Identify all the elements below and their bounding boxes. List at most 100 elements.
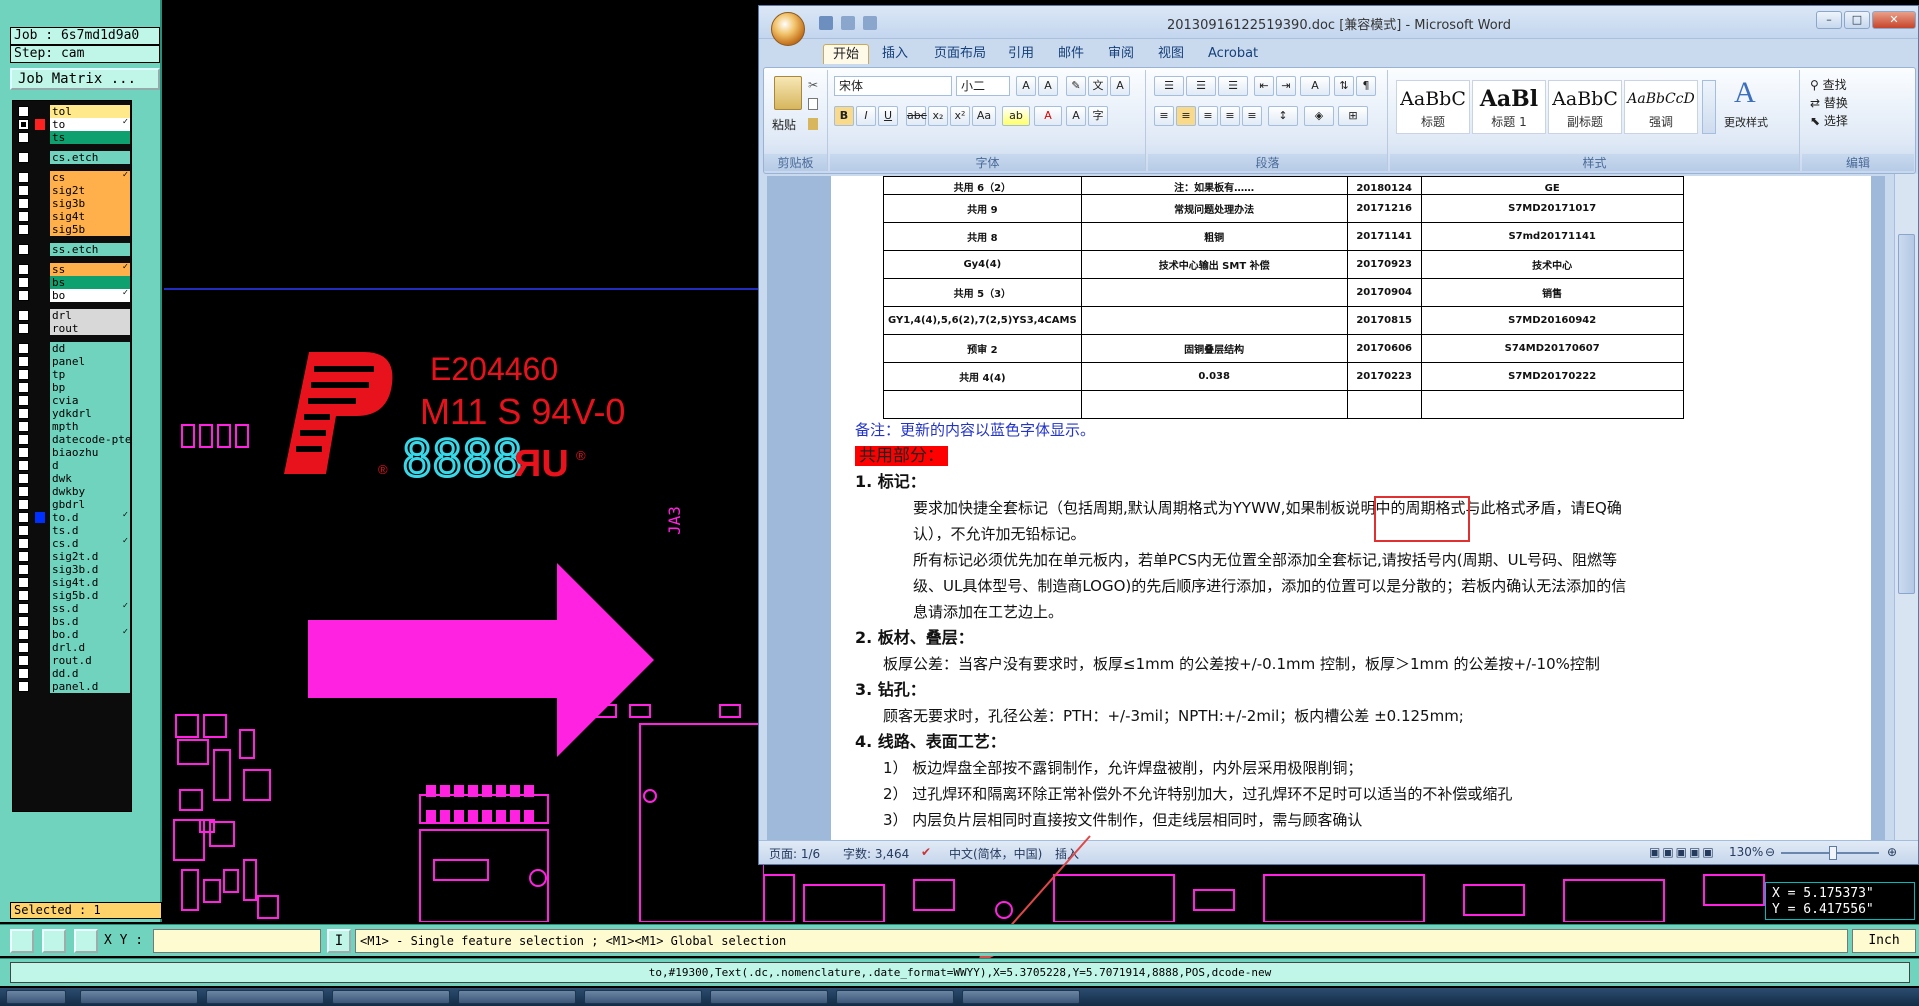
- superscript-button[interactable]: x²: [950, 106, 970, 126]
- taskbar-item[interactable]: [332, 990, 450, 1004]
- layer-checkbox[interactable]: [18, 224, 29, 235]
- style-title[interactable]: AaBbC 标题: [1396, 80, 1470, 134]
- table-cell[interactable]: [883, 390, 1082, 419]
- layer-checkbox[interactable]: [18, 211, 29, 222]
- zoom-out-icon[interactable]: ⊖: [1765, 845, 1775, 859]
- table-cell[interactable]: 20170815: [1346, 306, 1422, 335]
- table-cell[interactable]: 注：如果板有……: [1080, 176, 1348, 195]
- zoom-in-icon[interactable]: ⊕: [1887, 845, 1897, 859]
- decrease-indent-button[interactable]: ⇤: [1254, 76, 1274, 96]
- numbering-button[interactable]: ☰: [1186, 76, 1216, 96]
- select-tool-button[interactable]: [10, 929, 34, 953]
- zoom-slider-thumb[interactable]: [1829, 846, 1837, 860]
- layer-checkbox[interactable]: [18, 421, 29, 432]
- change-case-button[interactable]: Aa: [972, 106, 996, 126]
- graphics-canvas-lower[interactable]: [764, 865, 1919, 922]
- tab-acrobat[interactable]: Acrobat: [1199, 44, 1267, 64]
- table-cell[interactable]: 20170904: [1346, 278, 1422, 307]
- italic-button[interactable]: I: [856, 106, 876, 126]
- table-cell[interactable]: 销售: [1420, 278, 1684, 307]
- text-direction-button[interactable]: A: [1300, 76, 1330, 96]
- zoom-level[interactable]: 130%: [1729, 845, 1763, 859]
- layer-checkbox[interactable]: [18, 681, 29, 692]
- layer-name[interactable]: sig5b: [50, 223, 130, 236]
- table-cell[interactable]: 技术中心: [1420, 250, 1684, 279]
- tab-insert[interactable]: 插入: [873, 44, 917, 64]
- bullets-button[interactable]: ☰: [1154, 76, 1184, 96]
- change-styles-icon[interactable]: A: [1734, 76, 1756, 110]
- tab-home[interactable]: 开始: [823, 44, 870, 64]
- layer-checkbox[interactable]: [18, 512, 29, 523]
- sort-button[interactable]: ⇅: [1334, 76, 1354, 96]
- table-cell[interactable]: 20180124: [1346, 176, 1422, 195]
- phonetic-button[interactable]: 文: [1088, 76, 1108, 96]
- table-cell[interactable]: [1346, 390, 1422, 419]
- grow-font-button[interactable]: A: [1016, 76, 1036, 96]
- layer-checkbox[interactable]: [18, 603, 29, 614]
- tab-page-layout[interactable]: 页面布局: [925, 44, 995, 64]
- table-cell[interactable]: S74MD20170607: [1420, 334, 1684, 363]
- table-cell[interactable]: S7MD20170222: [1420, 362, 1684, 391]
- char-border-button[interactable]: A: [1110, 76, 1130, 96]
- layer-checkbox[interactable]: [18, 382, 29, 393]
- start-button[interactable]: [6, 990, 66, 1004]
- table-cell[interactable]: 共用 4(4): [883, 362, 1082, 391]
- taskbar-item[interactable]: [584, 990, 702, 1004]
- layer-name[interactable]: bo: [50, 289, 130, 302]
- page-count[interactable]: 页面: 1/6: [769, 845, 820, 862]
- taskbar-item[interactable]: [710, 990, 828, 1004]
- shrink-font-button[interactable]: A: [1038, 76, 1058, 96]
- underline-button[interactable]: U: [878, 106, 898, 126]
- cut-icon[interactable]: ✂: [808, 78, 818, 92]
- table-cell[interactable]: GY1,4(4),5,6(2),7(2,5)YS3,4CAMS: [883, 306, 1082, 335]
- layer-checkbox[interactable]: [18, 198, 29, 209]
- tab-mailings[interactable]: 邮件: [1049, 44, 1093, 64]
- layer-checkbox[interactable]: [18, 551, 29, 562]
- layer-checkbox[interactable]: [18, 106, 29, 117]
- layer-checkbox[interactable]: [18, 473, 29, 484]
- layer-checkbox[interactable]: [18, 642, 29, 653]
- table-cell[interactable]: 20171216: [1346, 194, 1422, 223]
- table-cell[interactable]: 20170223: [1346, 362, 1422, 391]
- layer-checkbox[interactable]: [18, 152, 29, 163]
- align-left-button[interactable]: ≡: [1154, 106, 1174, 126]
- table-cell[interactable]: Gy4(4): [883, 250, 1082, 279]
- tab-review[interactable]: 审阅: [1099, 44, 1143, 64]
- layer-checkbox[interactable]: [18, 447, 29, 458]
- shading-button[interactable]: ◈: [1304, 106, 1334, 126]
- tab-references[interactable]: 引用: [999, 44, 1043, 64]
- vertical-scrollbar[interactable]: [1894, 174, 1918, 841]
- layer-checkbox[interactable]: [18, 564, 29, 575]
- layer-row-cs-etch[interactable]: cs.etch: [13, 150, 133, 165]
- paste-icon[interactable]: [774, 76, 802, 110]
- view-buttons[interactable]: ▣▣▣▣▣: [1649, 845, 1716, 859]
- table-cell[interactable]: [1080, 390, 1348, 419]
- layer-checkbox[interactable]: [18, 369, 29, 380]
- distribute-button[interactable]: ≡: [1242, 106, 1262, 126]
- close-button[interactable]: ✕: [1872, 11, 1916, 29]
- layer-row-ts[interactable]: ts: [13, 130, 133, 145]
- borders-button[interactable]: ⊞: [1338, 106, 1368, 126]
- layer-checkbox[interactable]: [18, 310, 29, 321]
- snap-toggle-button[interactable]: I: [327, 929, 351, 953]
- table-cell[interactable]: [1080, 278, 1348, 307]
- layer-checkbox[interactable]: [18, 277, 29, 288]
- copy-icon[interactable]: [808, 98, 818, 110]
- styles-scroll[interactable]: [1702, 80, 1716, 134]
- align-center-button[interactable]: ≡: [1176, 106, 1196, 126]
- layer-checkbox[interactable]: [18, 323, 29, 334]
- highlight-button[interactable]: ab: [1002, 106, 1030, 126]
- replace-button[interactable]: ⇄ 替换: [1810, 94, 1848, 111]
- increase-indent-button[interactable]: ⇥: [1276, 76, 1296, 96]
- layer-checkbox[interactable]: [18, 264, 29, 275]
- justify-button[interactable]: ≡: [1220, 106, 1240, 126]
- word-window[interactable]: 20130916122519390.doc [兼容模式] - Microsoft…: [758, 5, 1919, 865]
- layer-name[interactable]: ss.etch: [50, 243, 130, 256]
- taskbar-item[interactable]: [80, 990, 198, 1004]
- minimize-button[interactable]: –: [1816, 11, 1842, 29]
- layer-checkbox[interactable]: [18, 460, 29, 471]
- clear-format-button[interactable]: ✎: [1066, 76, 1086, 96]
- word-count[interactable]: 字数: 3,464: [843, 845, 909, 862]
- enclose-char-button[interactable]: 字: [1088, 106, 1108, 126]
- layer-checkbox[interactable]: [18, 343, 29, 354]
